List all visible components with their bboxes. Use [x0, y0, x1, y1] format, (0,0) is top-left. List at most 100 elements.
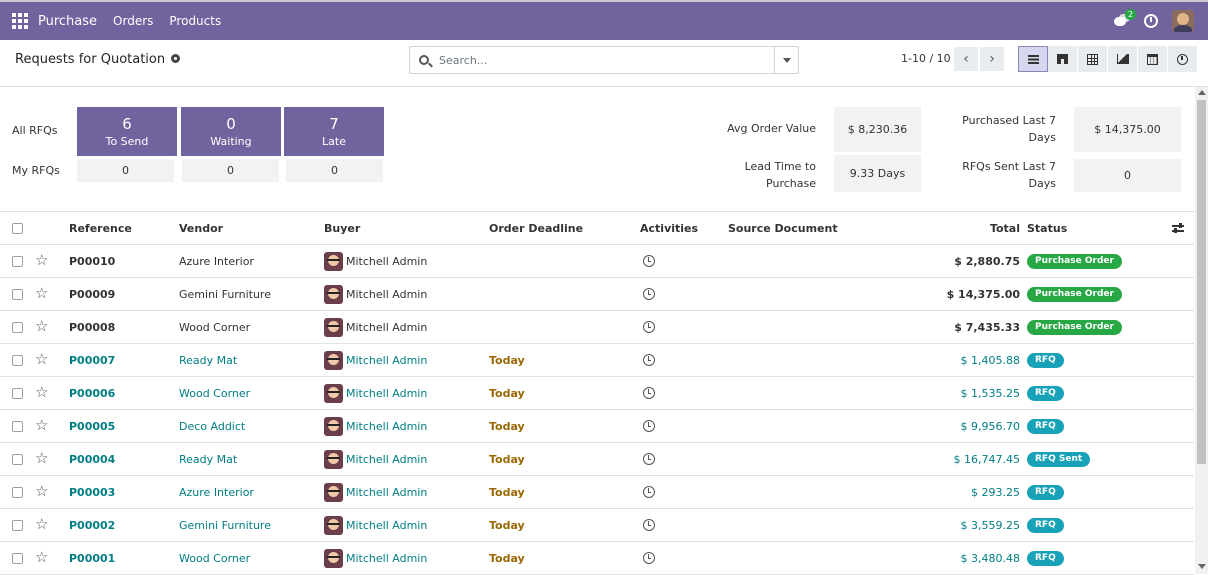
status-badge: RFQ [1027, 353, 1064, 368]
activity-clock-icon[interactable] [643, 453, 655, 465]
pager-next-button[interactable]: › [980, 47, 1004, 71]
row-order-deadline: Today [489, 519, 525, 532]
table-row[interactable]: ☆ P00005 Deco Addict Mitchell Admin Today $ 9… [0, 410, 1194, 443]
gear-icon[interactable] [171, 54, 181, 63]
star-icon[interactable]: ☆ [35, 318, 48, 334]
row-checkbox[interactable] [12, 256, 23, 267]
pager-previous-button[interactable]: ‹ [954, 47, 978, 71]
graph-view-button[interactable] [1108, 46, 1138, 72]
table-row[interactable]: ☆ P00002 Gemini Furniture Mitchell Admin Tod… [0, 509, 1194, 542]
star-icon[interactable]: ☆ [35, 549, 48, 565]
activities-clock-icon[interactable] [1144, 14, 1158, 28]
purchased-label-line2: Days [1028, 131, 1056, 144]
row-vendor: Deco Addict [179, 420, 246, 433]
row-checkbox[interactable] [12, 355, 23, 366]
table-row[interactable]: ☆ P00003 Azure Interior Mitchell Admin Today… [0, 476, 1194, 509]
star-icon[interactable]: ☆ [35, 252, 48, 268]
table-row[interactable]: ☆ P00001 Wood Corner Mitchell Admin Today $ 3… [0, 542, 1194, 575]
search-options-toggle[interactable] [774, 47, 798, 73]
table-row[interactable]: ☆ P00008 Wood Corner Mitchell Admin $ 7,435.… [0, 311, 1194, 344]
menu-products[interactable]: Products [169, 14, 221, 28]
pager-value[interactable]: 1-10 / 10 [901, 52, 951, 65]
pivot-icon [1087, 53, 1098, 65]
star-icon[interactable]: ☆ [35, 483, 48, 499]
activity-clock-icon[interactable] [643, 288, 655, 300]
pivot-view-button[interactable] [1078, 46, 1108, 72]
avg-order-value: $ 8,230.36 [834, 107, 921, 152]
search-input[interactable] [439, 53, 759, 67]
activity-clock-icon[interactable] [643, 354, 655, 366]
activity-clock-icon[interactable] [643, 552, 655, 564]
activity-clock-icon[interactable] [643, 387, 655, 399]
activity-view-button[interactable] [1168, 46, 1198, 72]
to-send-tile[interactable]: 6 To Send [77, 107, 177, 156]
row-checkbox[interactable] [12, 421, 23, 432]
row-checkbox[interactable] [12, 289, 23, 300]
activity-clock-icon[interactable] [643, 420, 655, 432]
activity-clock-icon[interactable] [643, 519, 655, 531]
vertical-scrollbar[interactable] [1195, 87, 1208, 574]
row-checkbox[interactable] [12, 322, 23, 333]
header-total[interactable]: Total [990, 212, 1020, 245]
star-icon[interactable]: ☆ [35, 384, 48, 400]
messages-icon[interactable]: 2 [1114, 9, 1137, 28]
header-buyer[interactable]: Buyer [324, 212, 360, 245]
messages-count-badge: 2 [1125, 9, 1137, 20]
status-badge: RFQ [1027, 386, 1064, 401]
row-buyer: Mitchell Admin [324, 245, 427, 278]
select-all-checkbox[interactable] [12, 223, 23, 234]
table-row[interactable]: ☆ P00006 Wood Corner Mitchell Admin Today $ 1… [0, 377, 1194, 410]
row-order-deadline: Today [489, 552, 525, 565]
header-reference[interactable]: Reference [69, 212, 132, 245]
all-rfqs-label: All RFQs [12, 124, 58, 137]
header-vendor[interactable]: Vendor [179, 212, 223, 245]
activity-clock-icon[interactable] [643, 486, 655, 498]
row-checkbox[interactable] [12, 553, 23, 564]
row-buyer-name: Mitchell Admin [346, 453, 428, 466]
optional-columns-icon[interactable] [1172, 223, 1184, 233]
waiting-tile[interactable]: 0 Waiting [181, 107, 281, 156]
table-row[interactable]: ☆ P00007 Ready Mat Mitchell Admin Today $ 1,4… [0, 344, 1194, 377]
scroll-thumb[interactable] [1197, 100, 1206, 464]
my-late-count[interactable]: 0 [286, 159, 383, 182]
apps-menu-icon[interactable] [12, 13, 28, 29]
header-source-document[interactable]: Source Document [728, 212, 838, 245]
row-reference: P00006 [69, 387, 116, 400]
caret-down-icon [782, 57, 791, 63]
to-send-count: 6 [122, 115, 132, 133]
user-avatar[interactable] [1172, 10, 1194, 32]
menu-orders[interactable]: Orders [113, 14, 153, 28]
header-activities[interactable]: Activities [640, 212, 698, 245]
row-checkbox[interactable] [12, 520, 23, 531]
row-total: $ 3,559.25 [960, 519, 1020, 532]
star-icon[interactable]: ☆ [35, 516, 48, 532]
star-icon[interactable]: ☆ [35, 351, 48, 367]
table-row[interactable]: ☆ P00004 Ready Mat Mitchell Admin Today $ 16,… [0, 443, 1194, 476]
late-tile[interactable]: 7 Late [284, 107, 384, 156]
activity-clock-icon[interactable] [643, 321, 655, 333]
scroll-down-arrow-icon[interactable] [1198, 564, 1206, 569]
row-order-deadline: Today [489, 420, 525, 433]
scroll-up-arrow-icon[interactable] [1198, 90, 1206, 95]
star-icon[interactable]: ☆ [35, 417, 48, 433]
row-status: RFQ Sent [1027, 451, 1091, 467]
star-icon[interactable]: ☆ [35, 285, 48, 301]
row-vendor: Wood Corner [179, 387, 251, 400]
list-view-button[interactable] [1018, 46, 1048, 72]
calendar-view-button[interactable] [1138, 46, 1168, 72]
row-checkbox[interactable] [12, 487, 23, 498]
my-waiting-count[interactable]: 0 [182, 159, 279, 182]
star-icon[interactable]: ☆ [35, 450, 48, 466]
activity-clock-icon[interactable] [643, 255, 655, 267]
app-name[interactable]: Purchase [38, 14, 97, 29]
row-checkbox[interactable] [12, 388, 23, 399]
row-total: $ 9,956.70 [960, 420, 1020, 433]
table-row[interactable]: ☆ P00010 Azure Interior Mitchell Admin $ 2,8… [0, 245, 1194, 278]
my-to-send-count[interactable]: 0 [77, 159, 174, 182]
header-status[interactable]: Status [1027, 212, 1067, 245]
header-order-deadline[interactable]: Order Deadline [489, 212, 583, 245]
kanban-view-button[interactable] [1048, 46, 1078, 72]
row-checkbox[interactable] [12, 454, 23, 465]
table-row[interactable]: ☆ P00009 Gemini Furniture Mitchell Admin $ 1… [0, 278, 1194, 311]
late-count: 7 [329, 115, 339, 133]
